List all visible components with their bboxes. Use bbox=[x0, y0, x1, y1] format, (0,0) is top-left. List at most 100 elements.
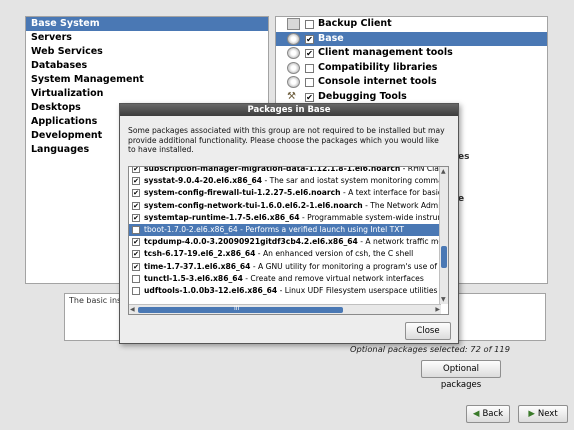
optional-packages-count: Optional packages selected: 72 of 119 bbox=[350, 344, 510, 354]
package-checkbox[interactable]: ✔ bbox=[132, 238, 140, 247]
next-arrow-icon: ▶ bbox=[528, 409, 535, 419]
package-text: sysstat-9.0.4-20.el6.x86_64 - The sar an… bbox=[144, 175, 441, 187]
disk-icon bbox=[287, 47, 300, 59]
package-text: systemtap-runtime-1.7-5.el6.x86_64 - Pro… bbox=[144, 212, 441, 224]
horizontal-scroll-thumb[interactable]: III bbox=[138, 305, 343, 313]
package-row[interactable]: ✔ system-config-firewall-tui-1.2.27-5.el6… bbox=[129, 187, 441, 199]
back-button[interactable]: ◀ Back bbox=[466, 405, 510, 423]
packages-dialog: Packages in Base Some packages associate… bbox=[119, 103, 459, 344]
back-label: Back bbox=[482, 409, 504, 419]
group-item[interactable]: Backup Client bbox=[276, 17, 547, 32]
group-checkbox[interactable]: ✔ bbox=[305, 34, 314, 44]
group-checkbox[interactable] bbox=[305, 20, 314, 29]
category-item[interactable]: Base System bbox=[26, 17, 268, 31]
scroll-right-icon[interactable]: ▶ bbox=[435, 306, 440, 313]
package-checkbox[interactable] bbox=[132, 286, 140, 295]
package-description: - The sar and iostat system monitoring c… bbox=[262, 176, 441, 186]
package-name: subscription-manager-migration-data-1.12… bbox=[144, 166, 401, 173]
package-row[interactable]: ✔ time-1.7-37.1.el6.x86_64 - A GNU utilit… bbox=[129, 261, 441, 273]
package-checkbox[interactable] bbox=[132, 274, 140, 283]
horizontal-scrollbar[interactable]: ◀ III ▶ bbox=[129, 304, 441, 314]
package-checkbox[interactable]: ✔ bbox=[132, 201, 140, 210]
package-name: sysstat-9.0.4-20.el6.x86_64 bbox=[144, 176, 263, 186]
group-label-fragment: es bbox=[458, 152, 470, 162]
close-button[interactable]: Close bbox=[405, 322, 451, 340]
package-checkbox[interactable]: ✔ bbox=[132, 262, 140, 271]
package-name: time-1.7-37.1.el6.x86_64 bbox=[144, 261, 251, 271]
category-item[interactable]: Servers bbox=[26, 31, 268, 45]
back-arrow-icon: ◀ bbox=[472, 409, 480, 419]
package-name: tcpdump-4.0.0-3.20090921gitdf3cb4.2.el6.… bbox=[144, 237, 358, 247]
package-row[interactable]: ✔ tcsh-6.17-19.el6_2.x86_64 - An enhanced… bbox=[129, 248, 441, 260]
group-item[interactable]: ⚒ ✔ Debugging Tools bbox=[276, 90, 547, 105]
group-label: Client management tools bbox=[318, 47, 453, 58]
package-checkbox[interactable]: ✔ bbox=[132, 189, 140, 198]
package-text: system-config-network-tui-1.6.0.el6.2-1.… bbox=[144, 200, 441, 212]
tools-icon: ⚒ bbox=[287, 90, 296, 102]
package-row[interactable]: ✔ sysstat-9.0.4-20.el6.x86_64 - The sar a… bbox=[129, 175, 441, 187]
group-label: Console internet tools bbox=[318, 76, 437, 87]
group-item[interactable]: ✔ Client management tools bbox=[276, 46, 547, 61]
package-name: udftools-1.0.0b3-12.el6.x86_64 bbox=[144, 285, 278, 295]
next-label: Next bbox=[537, 409, 558, 419]
package-description: - A network traffic mon bbox=[357, 237, 441, 247]
category-item[interactable]: Databases bbox=[26, 59, 268, 73]
package-name: tboot-1.7.0-2.el6.x86_64 bbox=[144, 224, 238, 234]
package-description: - A GNU utility for monitoring a program… bbox=[250, 261, 441, 271]
package-row[interactable]: tunctl-1.5-3.el6.x86_64 - Create and rem… bbox=[129, 273, 441, 285]
package-checkbox[interactable]: ✔ bbox=[132, 167, 140, 173]
package-checkbox[interactable] bbox=[132, 225, 140, 234]
package-row[interactable]: ✔ tcpdump-4.0.0-3.20090921gitdf3cb4.2.el6… bbox=[129, 236, 441, 248]
scroll-up-icon[interactable]: ▲ bbox=[441, 168, 446, 175]
group-checkbox[interactable]: ✔ bbox=[305, 49, 314, 58]
package-checkbox[interactable]: ✔ bbox=[132, 213, 140, 222]
scroll-left-icon[interactable]: ◀ bbox=[130, 306, 135, 313]
close-label: Close bbox=[416, 326, 440, 336]
group-item[interactable]: Console internet tools bbox=[276, 75, 547, 90]
category-item[interactable]: System Management bbox=[26, 73, 268, 87]
group-checkbox[interactable] bbox=[305, 63, 314, 73]
group-checkbox[interactable] bbox=[305, 78, 314, 87]
group-label: Debugging Tools bbox=[318, 90, 407, 102]
package-row[interactable]: ✔ system-config-network-tui-1.6.0.el6.2-1… bbox=[129, 200, 441, 212]
group-label: Compatibility libraries bbox=[318, 61, 438, 73]
package-list[interactable]: ✔ subscription-manager-migration-data-1.1… bbox=[128, 166, 449, 315]
disk-icon bbox=[287, 32, 300, 45]
group-label: Backup Client bbox=[318, 18, 392, 29]
group-checkbox[interactable]: ✔ bbox=[305, 92, 314, 102]
package-name: system-config-firewall-tui-1.2.27-5.el6.… bbox=[144, 188, 341, 198]
package-description: - A text interface for basic bbox=[340, 188, 441, 198]
vertical-scroll-thumb[interactable] bbox=[441, 246, 447, 268]
package-description: - Programmable system-wide instrum bbox=[299, 212, 441, 222]
package-text: udftools-1.0.0b3-12.el6.x86_64 - Linux U… bbox=[144, 285, 437, 297]
package-text: subscription-manager-migration-data-1.12… bbox=[144, 166, 439, 175]
group-label: Base bbox=[318, 32, 344, 44]
package-checkbox[interactable]: ✔ bbox=[132, 177, 140, 186]
package-name: system-config-network-tui-1.6.0.el6.2-1.… bbox=[144, 200, 363, 210]
panel-icon bbox=[287, 18, 300, 30]
package-text: tunctl-1.5-3.el6.x86_64 - Create and rem… bbox=[144, 273, 424, 285]
description-text: The basic inst bbox=[69, 296, 125, 305]
dialog-title: Packages in Base bbox=[120, 104, 458, 116]
package-row[interactable]: ✔ subscription-manager-migration-data-1.1… bbox=[129, 166, 441, 175]
scroll-down-icon[interactable]: ▼ bbox=[441, 296, 446, 303]
package-checkbox[interactable]: ✔ bbox=[132, 250, 140, 259]
package-row[interactable]: udftools-1.0.0b3-12.el6.x86_64 - Linux U… bbox=[129, 285, 441, 297]
package-row[interactable]: tboot-1.7.0-2.el6.x86_64 - Performs a ve… bbox=[129, 223, 441, 237]
vertical-scrollbar[interactable]: ▲ ▼ bbox=[439, 167, 448, 304]
package-text: time-1.7-37.1.el6.x86_64 - A GNU utility… bbox=[144, 261, 441, 273]
optional-packages-button[interactable]: Optional packages bbox=[421, 360, 501, 390]
package-text: tcpdump-4.0.0-3.20090921gitdf3cb4.2.el6.… bbox=[144, 236, 441, 248]
package-description: - Performs a verified launch using Intel… bbox=[237, 224, 404, 234]
package-description: - Create and remove virtual network inte… bbox=[242, 273, 424, 283]
category-item[interactable]: Virtualization bbox=[26, 87, 268, 101]
package-description: - An enhanced version of csh, the C shel… bbox=[255, 249, 414, 259]
next-button[interactable]: ▶ Next bbox=[518, 405, 568, 423]
group-item[interactable]: ✔ Base bbox=[276, 31, 547, 46]
category-item[interactable]: Web Services bbox=[26, 45, 268, 59]
package-row[interactable]: ✔ systemtap-runtime-1.7-5.el6.x86_64 - Pr… bbox=[129, 212, 441, 224]
disk-icon bbox=[287, 76, 300, 88]
optional-packages-label: Optional packages bbox=[440, 364, 482, 390]
group-item[interactable]: Compatibility libraries bbox=[276, 61, 547, 76]
package-description: - The Network Admin bbox=[362, 200, 441, 210]
